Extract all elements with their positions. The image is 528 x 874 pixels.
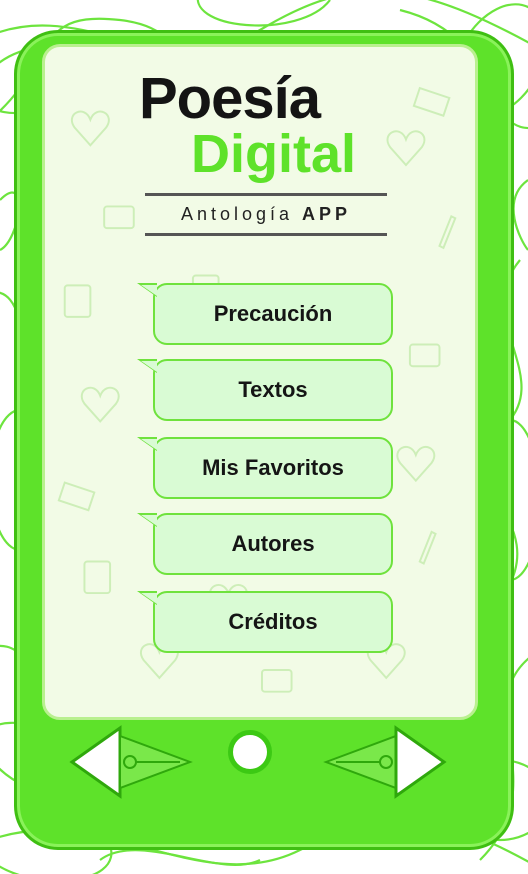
menu-button-precaucion[interactable]: Precaución [137, 283, 393, 345]
menu-button-creditos[interactable]: Créditos [137, 591, 393, 653]
next-button[interactable] [318, 722, 458, 802]
subtitle-light: Antología [180, 204, 294, 224]
menu-button-mis-favoritos[interactable]: Mis Favoritos [137, 437, 393, 499]
previous-button[interactable] [58, 722, 198, 802]
triangle-left-icon [69, 725, 193, 799]
menu-button-label: Textos [238, 377, 308, 402]
menu-button-label: Autores [231, 531, 315, 556]
logo-divider-top [145, 193, 387, 196]
app-title-line1: Poesía [139, 66, 321, 131]
app-subtitle: Antología APP [145, 204, 387, 225]
logo-divider-bottom [145, 233, 387, 236]
app-title-line2: Digital [191, 124, 357, 184]
subtitle-bold: APP [302, 204, 352, 224]
menu-button-label: Créditos [228, 609, 318, 634]
menu-button-label: Precaución [213, 301, 333, 326]
app-screen: Poesía Digital Antología APP Precaución … [42, 44, 478, 720]
home-button[interactable] [228, 730, 272, 774]
menu-button-textos[interactable]: Textos [137, 359, 393, 421]
app-logo: Poesía Digital Antología APP [45, 47, 475, 247]
menu-button-autores[interactable]: Autores [137, 513, 393, 575]
menu-button-label: Mis Favoritos [202, 455, 344, 480]
triangle-right-icon [323, 725, 447, 799]
